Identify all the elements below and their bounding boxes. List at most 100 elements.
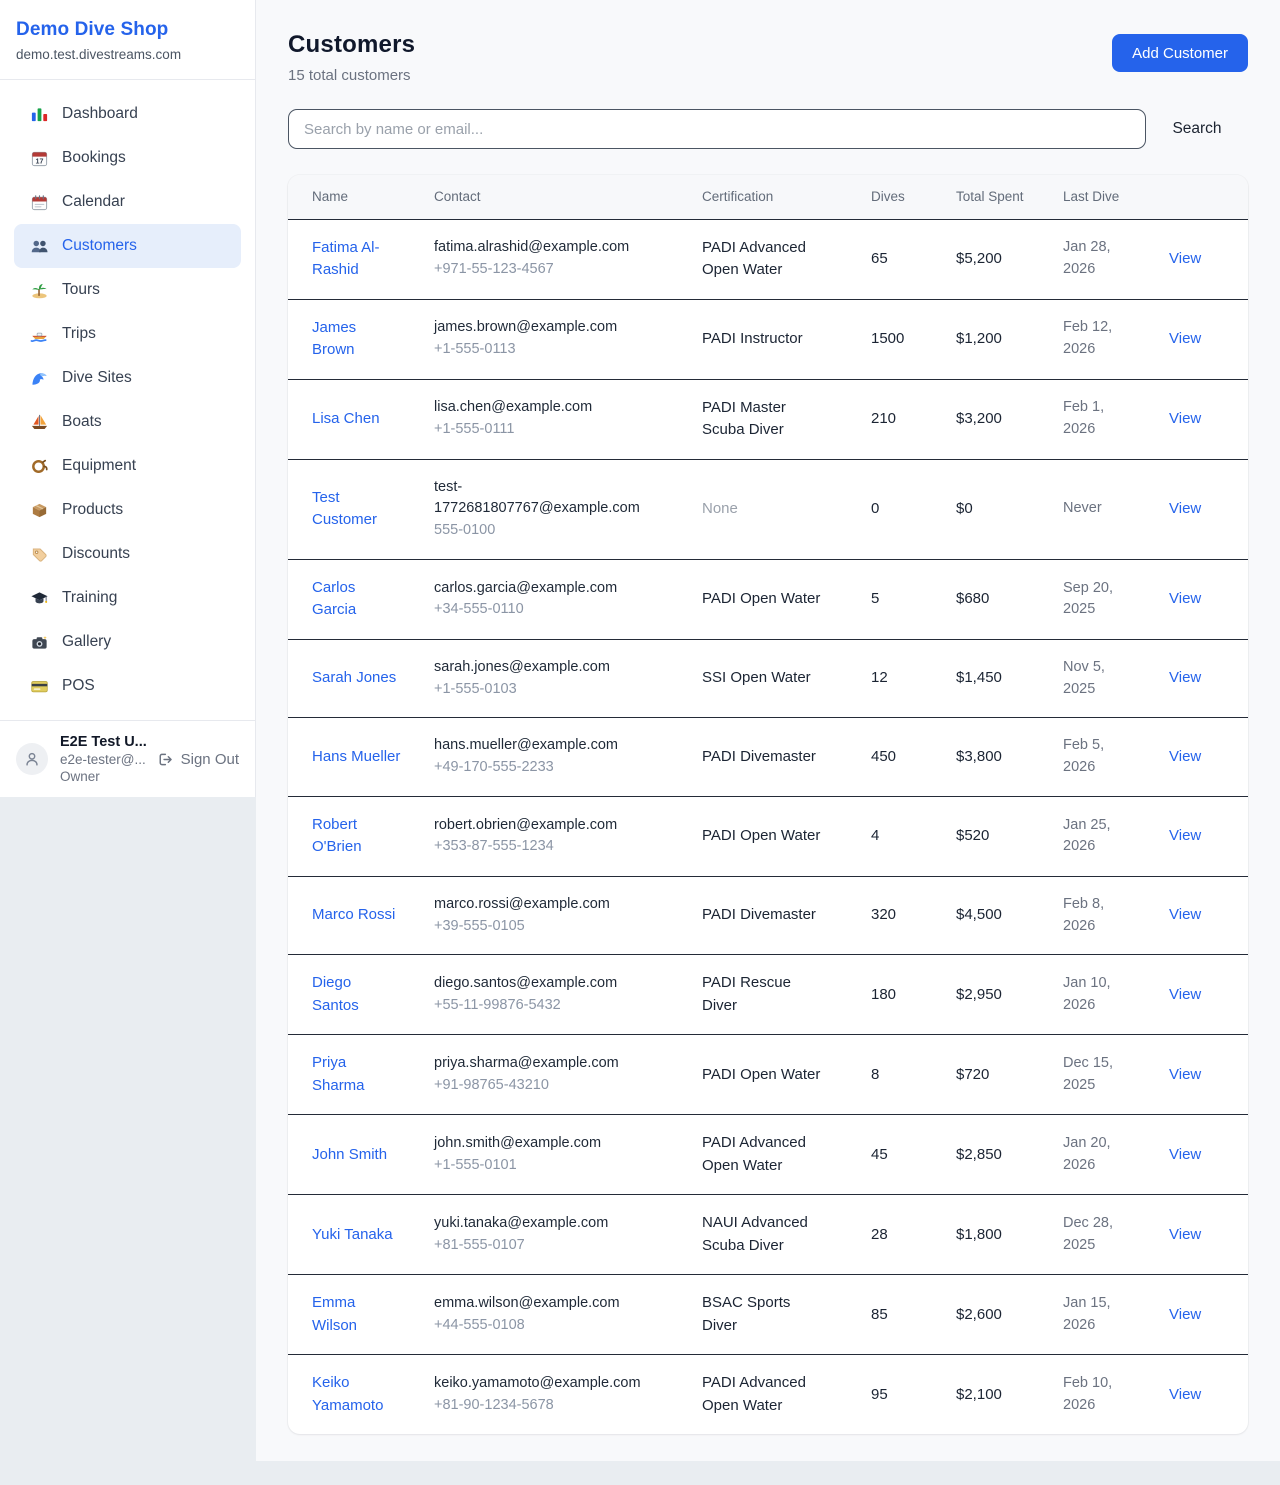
view-customer-link[interactable]: View	[1169, 330, 1201, 347]
customer-name-link[interactable]: Fatima Al-Rashid	[312, 239, 380, 279]
sidebar-item-tours[interactable]: Tours	[14, 268, 241, 312]
search-button[interactable]: Search	[1146, 120, 1248, 138]
customer-name-link[interactable]: Yuki Tanaka	[312, 1226, 393, 1243]
customer-email: test-1772681807767@example.com	[434, 477, 666, 521]
customer-name-link[interactable]: Emma Wilson	[312, 1294, 357, 1334]
table-row: Priya Sharma priya.sharma@example.com +9…	[288, 1035, 1248, 1115]
sidebar-item-trips[interactable]: Trips	[14, 312, 241, 356]
view-customer-link[interactable]: View	[1169, 500, 1201, 517]
table-row: Marco Rossi marco.rossi@example.com +39-…	[288, 876, 1248, 955]
customer-name-link[interactable]: Diego Santos	[312, 974, 359, 1014]
pos-icon	[30, 677, 49, 696]
customer-last-dive: Nov 5, 2025	[1063, 639, 1169, 718]
column-header-certification: Certification	[702, 175, 871, 219]
view-customer-link[interactable]: View	[1169, 250, 1201, 267]
view-customer-link[interactable]: View	[1169, 1386, 1201, 1403]
tours-icon	[30, 281, 49, 300]
customer-last-dive: Jan 25, 2026	[1063, 796, 1169, 876]
sidebar-item-boats[interactable]: Boats	[14, 400, 241, 444]
customer-name-link[interactable]: Robert O'Brien	[312, 816, 362, 856]
sidebar-item-dive-sites[interactable]: Dive Sites	[14, 356, 241, 400]
customer-total-spent: $5,200	[956, 219, 1063, 299]
customer-last-dive: Jan 10, 2026	[1063, 955, 1169, 1035]
search-input[interactable]	[288, 109, 1146, 149]
customer-name-link[interactable]: Carlos Garcia	[312, 579, 356, 619]
gallery-icon	[30, 633, 49, 652]
view-customer-link[interactable]: View	[1169, 1306, 1201, 1323]
sign-out-label: Sign Out	[181, 751, 239, 768]
customer-phone: 555-0100	[434, 520, 666, 542]
sidebar-item-training[interactable]: Training	[14, 576, 241, 620]
view-customer-link[interactable]: View	[1169, 669, 1201, 686]
customer-name-link[interactable]: John Smith	[312, 1146, 387, 1163]
view-customer-link[interactable]: View	[1169, 590, 1201, 607]
customer-certification: BSAC Sports Diver	[702, 1275, 871, 1355]
sidebar-item-bookings[interactable]: 17 Bookings	[14, 136, 241, 180]
customer-email: fatima.alrashid@example.com	[434, 237, 666, 259]
customer-total-spent: $2,950	[956, 955, 1063, 1035]
table-row: Test Customer test-1772681807767@example…	[288, 459, 1248, 559]
customer-certification: PADI Divemaster	[702, 876, 871, 955]
customer-name-link[interactable]: Lisa Chen	[312, 410, 380, 427]
view-customer-link[interactable]: View	[1169, 410, 1201, 427]
customer-email: james.brown@example.com	[434, 317, 666, 339]
discounts-icon	[30, 545, 49, 564]
customer-dives: 1500	[871, 299, 956, 379]
sidebar-item-customers[interactable]: Customers	[14, 224, 241, 268]
customer-phone: +39-555-0105	[434, 916, 666, 938]
customer-certification: NAUI Advanced Scuba Diver	[702, 1195, 871, 1275]
calendar-icon	[30, 193, 49, 212]
customer-email: robert.obrien@example.com	[434, 815, 666, 837]
customer-certification: PADI Open Water	[702, 796, 871, 876]
customer-name-link[interactable]: Sarah Jones	[312, 669, 396, 686]
user-role: Owner	[60, 769, 142, 784]
customer-last-dive: Feb 10, 2026	[1063, 1355, 1169, 1435]
shop-domain: demo.test.divestreams.com	[16, 47, 239, 62]
customer-name-link[interactable]: James Brown	[312, 319, 356, 359]
training-icon	[30, 589, 49, 608]
view-customer-link[interactable]: View	[1169, 1146, 1201, 1163]
customer-name-link[interactable]: Keiko Yamamoto	[312, 1374, 383, 1414]
column-header-last-dive: Last Dive	[1063, 175, 1169, 219]
sidebar-item-calendar[interactable]: Calendar	[14, 180, 241, 224]
table-row: Diego Santos diego.santos@example.com +5…	[288, 955, 1248, 1035]
view-customer-link[interactable]: View	[1169, 986, 1201, 1003]
sidebar-item-dashboard[interactable]: Dashboard	[14, 92, 241, 136]
table-row: Emma Wilson emma.wilson@example.com +44-…	[288, 1275, 1248, 1355]
customer-phone: +55-11-99876-5432	[434, 995, 666, 1017]
table-row: Sarah Jones sarah.jones@example.com +1-5…	[288, 639, 1248, 718]
svg-text:17: 17	[36, 157, 44, 165]
view-customer-link[interactable]: View	[1169, 748, 1201, 765]
table-row: Robert O'Brien robert.obrien@example.com…	[288, 796, 1248, 876]
view-customer-link[interactable]: View	[1169, 1226, 1201, 1243]
customer-phone: +1-555-0101	[434, 1155, 666, 1177]
customer-name-link[interactable]: Test Customer	[312, 489, 377, 529]
customer-email: diego.santos@example.com	[434, 973, 666, 995]
bookings-icon: 17	[30, 149, 49, 168]
view-customer-link[interactable]: View	[1169, 827, 1201, 844]
sidebar-item-products[interactable]: Products	[14, 488, 241, 532]
customer-dives: 12	[871, 639, 956, 718]
column-header-total-spent: Total Spent	[956, 175, 1063, 219]
customer-dives: 320	[871, 876, 956, 955]
add-customer-button[interactable]: Add Customer	[1112, 34, 1248, 72]
view-customer-link[interactable]: View	[1169, 906, 1201, 923]
customer-total-spent: $1,800	[956, 1195, 1063, 1275]
customer-total-spent: $0	[956, 459, 1063, 559]
customer-certification: PADI Open Water	[702, 559, 871, 639]
view-customer-link[interactable]: View	[1169, 1066, 1201, 1083]
sidebar-item-pos[interactable]: POS	[14, 664, 241, 708]
customers-table: NameContactCertificationDivesTotal Spent…	[288, 175, 1248, 1434]
customer-phone: +34-555-0110	[434, 599, 666, 621]
customer-name-link[interactable]: Hans Mueller	[312, 748, 400, 765]
sidebar-item-gallery[interactable]: Gallery	[14, 620, 241, 664]
sign-out-button[interactable]: Sign Out	[156, 751, 239, 768]
sidebar-nav: Dashboard 17 Bookings Calendar Customers…	[0, 80, 255, 718]
customer-name-link[interactable]: Marco Rossi	[312, 906, 395, 923]
sidebar-item-equipment[interactable]: Equipment	[14, 444, 241, 488]
customer-name-link[interactable]: Priya Sharma	[312, 1054, 365, 1094]
customer-email: keiko.yamamoto@example.com	[434, 1373, 666, 1395]
page-title: Customers	[288, 31, 415, 59]
table-row: Keiko Yamamoto keiko.yamamoto@example.co…	[288, 1355, 1248, 1435]
sidebar-item-discounts[interactable]: Discounts	[14, 532, 241, 576]
